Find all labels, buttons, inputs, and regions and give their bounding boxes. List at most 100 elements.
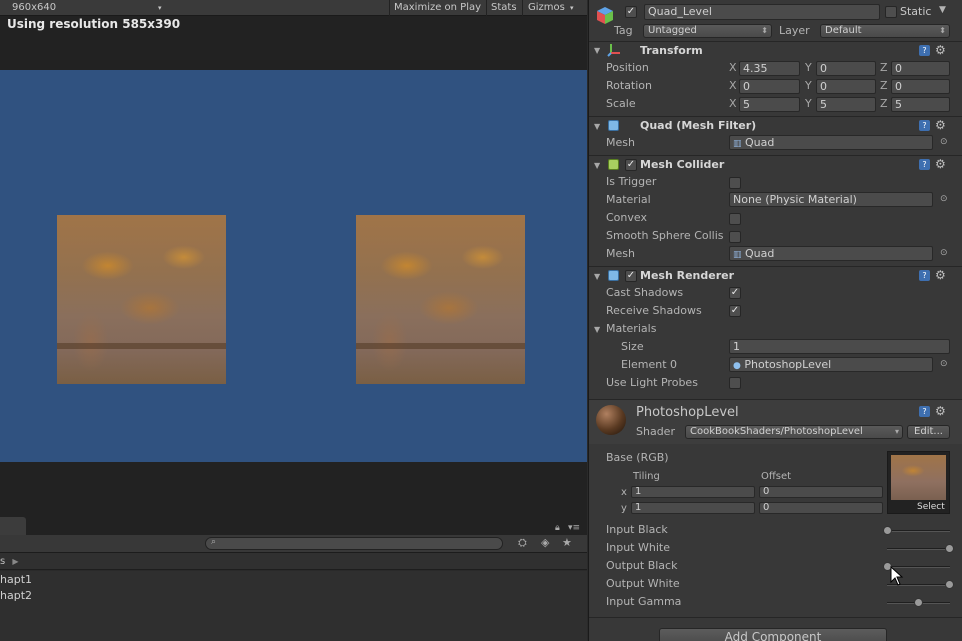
edit-shader-button[interactable]: Edit...	[907, 425, 950, 439]
cast-shadows-checkbox[interactable]: ✓	[729, 287, 741, 299]
project-search-input[interactable]: ⌕	[205, 537, 503, 550]
transform-foldout-icon[interactable]: ▼	[594, 46, 600, 55]
base-texture-slot[interactable]: Select	[887, 451, 950, 514]
static-dropdown-arrow-icon[interactable]: ▼	[939, 5, 946, 15]
shader-dropdown[interactable]: CookBookShaders/PhotoshopLevel ▾	[685, 425, 903, 439]
project-tab[interactable]	[0, 517, 26, 535]
use-light-probes-checkbox[interactable]	[729, 377, 741, 389]
rotation-z-field[interactable]: 0	[891, 79, 950, 94]
lock-icon[interactable]: 🔒︎	[555, 523, 560, 533]
tag-dropdown[interactable]: Untagged ⬍	[643, 24, 772, 38]
element-0-field[interactable]: ● PhotoshopLevel	[729, 357, 933, 372]
mesh-filter-mesh-field[interactable]: ▥ Quad	[729, 135, 933, 150]
mesh-collider-foldout-icon[interactable]: ▼	[594, 161, 600, 170]
materials-label[interactable]: Materials	[606, 322, 656, 335]
is-trigger-checkbox[interactable]	[729, 177, 741, 189]
panel-menu-icon[interactable]: ▾≡	[568, 523, 580, 533]
help-icon[interactable]: ?	[919, 270, 930, 281]
game-view: 960x640 ▾ Maximize on Play Stats Gizmos …	[0, 0, 587, 515]
tiling-x-field[interactable]: 1	[631, 486, 755, 498]
object-picker-icon[interactable]: ⊙	[940, 194, 948, 204]
help-icon[interactable]: ?	[919, 45, 930, 56]
object-picker-icon[interactable]: ⊙	[940, 137, 948, 147]
axis-x-label[interactable]: X	[729, 97, 737, 110]
resolution-dropdown-arrow-icon[interactable]: ▾	[158, 0, 162, 16]
receive-shadows-checkbox[interactable]: ✓	[729, 305, 741, 317]
material-preview-sphere[interactable]	[596, 405, 626, 435]
mesh-filter-foldout-icon[interactable]: ▼	[594, 122, 600, 131]
inspector-panel: ✓ Quad_Level Static ▼ Tag Untagged ⬍ Lay…	[588, 0, 962, 641]
gear-icon[interactable]: ⚙	[935, 269, 946, 281]
position-z-field[interactable]: 0	[891, 61, 950, 76]
list-item[interactable]: hapt1	[0, 573, 32, 586]
texture-select-button[interactable]: Select	[917, 502, 945, 512]
list-item[interactable]: hapt2	[0, 589, 32, 602]
resolution-dropdown[interactable]: 960x640	[12, 0, 56, 16]
rotation-y-field[interactable]: 0	[816, 79, 876, 94]
filter-by-type-icon[interactable]: ⛭	[518, 536, 527, 550]
convex-checkbox[interactable]	[729, 213, 741, 225]
position-y-field[interactable]: 0	[816, 61, 876, 76]
mesh-collider-title[interactable]: Mesh Collider	[640, 158, 724, 171]
offset-y-field[interactable]: 0	[759, 502, 883, 514]
add-component-button[interactable]: Add Component	[659, 628, 887, 641]
slider-thumb[interactable]	[883, 526, 892, 535]
scale-y-field[interactable]: 5	[816, 97, 876, 112]
filter-by-label-icon[interactable]: ◈	[541, 536, 549, 549]
gear-icon[interactable]: ⚙	[935, 405, 946, 417]
gizmos-dropdown-arrow-icon[interactable]: ▾	[570, 0, 574, 16]
favorite-star-icon[interactable]: ★	[562, 536, 572, 549]
smooth-sphere-collisions-checkbox[interactable]	[729, 231, 741, 243]
gear-icon[interactable]: ⚙	[935, 44, 946, 56]
static-checkbox[interactable]	[885, 6, 897, 18]
axis-z-label[interactable]: Z	[880, 79, 888, 92]
section-divider	[589, 155, 962, 156]
slider-thumb[interactable]	[914, 598, 923, 607]
object-picker-icon[interactable]: ⊙	[940, 248, 948, 258]
materials-size-field[interactable]: 1	[729, 339, 950, 354]
collider-mesh-field[interactable]: ▥ Quad	[729, 246, 933, 261]
transform-title[interactable]: Transform	[640, 44, 703, 57]
gear-icon[interactable]: ⚙	[935, 119, 946, 131]
axis-y-label[interactable]: Y	[805, 97, 812, 110]
game-canvas[interactable]	[0, 70, 587, 462]
axis-x-label[interactable]: X	[729, 61, 737, 74]
slider-thumb[interactable]	[945, 544, 954, 553]
help-icon[interactable]: ?	[919, 406, 930, 417]
axis-x-label[interactable]: X	[729, 79, 737, 92]
layer-dropdown[interactable]: Default ⬍	[820, 24, 950, 38]
material-name: PhotoshopLevel	[636, 405, 739, 420]
gizmos-button[interactable]: Gizmos	[528, 0, 565, 16]
scale-x-field[interactable]: 5	[739, 97, 800, 112]
gameobject-active-checkbox[interactable]: ✓	[625, 6, 637, 18]
help-icon[interactable]: ?	[919, 159, 930, 170]
materials-foldout-icon[interactable]: ▼	[594, 325, 600, 334]
tiling-y-field[interactable]: 1	[631, 502, 755, 514]
object-picker-icon[interactable]: ⊙	[940, 359, 948, 369]
scale-z-field[interactable]: 5	[891, 97, 950, 112]
mesh-renderer-enabled-checkbox[interactable]: ✓	[625, 270, 637, 282]
slider-thumb[interactable]	[945, 580, 954, 589]
slider-track[interactable]	[887, 548, 950, 550]
gameobject-name-field[interactable]: Quad_Level	[644, 4, 880, 20]
axis-y-label[interactable]: Y	[805, 61, 812, 74]
axis-z-label[interactable]: Z	[880, 61, 888, 74]
mesh-renderer-foldout-icon[interactable]: ▼	[594, 272, 600, 281]
offset-x-field[interactable]: 0	[759, 486, 883, 498]
maximize-on-play-button[interactable]: Maximize on Play	[394, 0, 481, 16]
gameobject-cube-icon[interactable]	[595, 5, 615, 25]
mesh-filter-title[interactable]: Quad (Mesh Filter)	[640, 119, 756, 132]
breadcrumb-item[interactable]: s	[0, 556, 5, 567]
collider-material-field[interactable]: None (Physic Material)	[729, 192, 933, 207]
gear-icon[interactable]: ⚙	[935, 158, 946, 170]
layer-label: Layer	[779, 24, 810, 37]
mesh-renderer-title[interactable]: Mesh Renderer	[640, 269, 734, 282]
mesh-collider-enabled-checkbox[interactable]: ✓	[625, 159, 637, 171]
axis-z-label[interactable]: Z	[880, 97, 888, 110]
stats-button[interactable]: Stats	[491, 0, 517, 16]
axis-y-label[interactable]: Y	[805, 79, 812, 92]
position-x-field[interactable]: 4.35	[739, 61, 800, 76]
slider-track[interactable]	[887, 530, 950, 532]
rotation-x-field[interactable]: 0	[739, 79, 800, 94]
help-icon[interactable]: ?	[919, 120, 930, 131]
